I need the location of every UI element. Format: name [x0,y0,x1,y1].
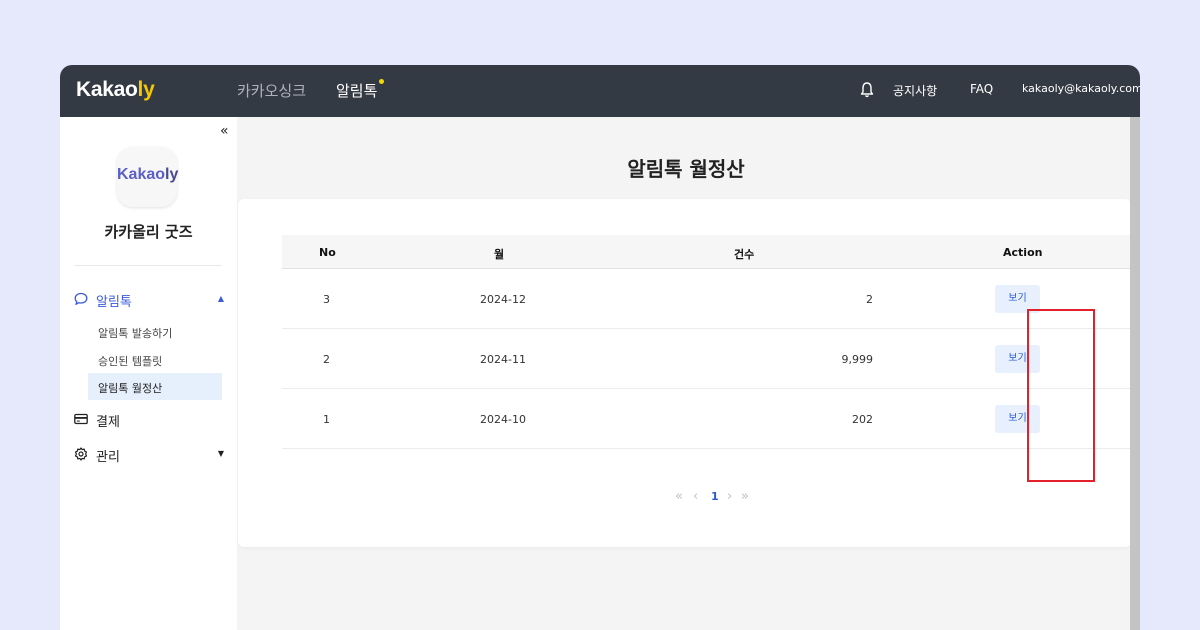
sidebar-collapse-icon[interactable]: « [220,123,229,139]
cell-month: 2024-11 [480,353,526,366]
credit-card-icon [74,413,88,425]
main-content: 알림톡 월정산 No 월 건수 Action 3 2024-12 2 보기 2 … [237,117,1140,630]
sidebar-item-payment[interactable]: 결제 [74,409,224,431]
column-header-month: 월 [494,248,505,261]
prev-page-icon[interactable]: ‹ [693,489,698,504]
gear-icon [74,447,88,461]
cell-count: 2 [866,293,873,306]
current-page[interactable]: 1 [711,490,719,503]
last-page-icon[interactable]: » [741,489,749,504]
sidebar-item-label: 결제 [96,415,120,430]
nav-alimtalk[interactable]: 알림톡 [336,80,377,101]
caret-down-icon: ▼ [217,449,224,458]
sidebar-item-alimtalk[interactable]: 알림톡 ▲ [74,289,224,311]
sidebar-subitem-monthly-settlement[interactable]: 알림톡 월정산 [88,373,222,400]
column-header-action: Action [1003,246,1043,259]
brand-avatar-logo: Kakaoly [117,166,179,183]
column-header-count: 건수 [734,248,755,261]
table-row: 2 2024-11 9,999 보기 [282,329,1131,389]
sidebar-subitem-templates[interactable]: 승인된 템플릿 [88,346,222,373]
first-page-icon[interactable]: « [675,489,683,504]
cell-count: 202 [852,413,873,426]
settlement-card: No 월 건수 Action 3 2024-12 2 보기 2 2024-11 … [238,199,1131,547]
table-header: No 월 건수 Action [282,235,1131,269]
app-window: Kakaoly 카카오싱크 알림톡 공지사항 FAQ kakaoly@kakao… [60,65,1140,630]
cell-month: 2024-10 [480,413,526,426]
chat-bubble-icon [74,292,88,305]
nav-kakaosync[interactable]: 카카오싱크 [237,80,306,101]
cell-count: 9,999 [841,353,874,366]
cell-no: 2 [323,353,330,366]
new-indicator-dot [379,79,384,84]
table-row: 1 2024-10 202 보기 [282,389,1131,449]
pagination: « ‹ 1 › » [238,489,1131,509]
cell-no: 1 [323,413,330,426]
page-title: 알림톡 월정산 [627,157,745,181]
bell-icon[interactable] [860,81,874,99]
sidebar-subitem-send[interactable]: 알림톡 발송하기 [88,318,222,345]
sidebar-item-label: 관리 [96,450,120,465]
column-header-no: No [319,246,336,259]
cell-no: 3 [323,293,330,306]
app-logo[interactable]: Kakaoly [76,78,155,102]
scrollbar[interactable] [1130,117,1140,630]
sidebar-item-admin[interactable]: 관리 ▼ [74,444,224,466]
next-page-icon[interactable]: › [727,489,732,504]
user-email[interactable]: kakaoly@kakaoly.com [1022,82,1140,95]
table-row: 3 2024-12 2 보기 [282,269,1131,329]
settlement-table: No 월 건수 Action 3 2024-12 2 보기 2 2024-11 … [282,235,1131,482]
cell-month: 2024-12 [480,293,526,306]
nav-faq[interactable]: FAQ [970,82,993,96]
sidebar-item-label: 알림톡 [96,295,132,310]
caret-up-icon: ▲ [217,294,224,303]
brand-name: 카카올리 굿즈 [104,223,193,241]
nav-notice[interactable]: 공지사항 [893,82,937,99]
brand-avatar: Kakaoly [117,147,179,207]
sidebar: « Kakaoly 카카올리 굿즈 알림톡 ▲ 알림톡 발송하기 승인된 템플릿… [60,117,237,630]
top-navbar: Kakaoly 카카오싱크 알림톡 공지사항 FAQ kakaoly@kakao… [60,65,1140,117]
sidebar-divider [74,265,222,266]
action-highlight-box [1027,309,1095,482]
